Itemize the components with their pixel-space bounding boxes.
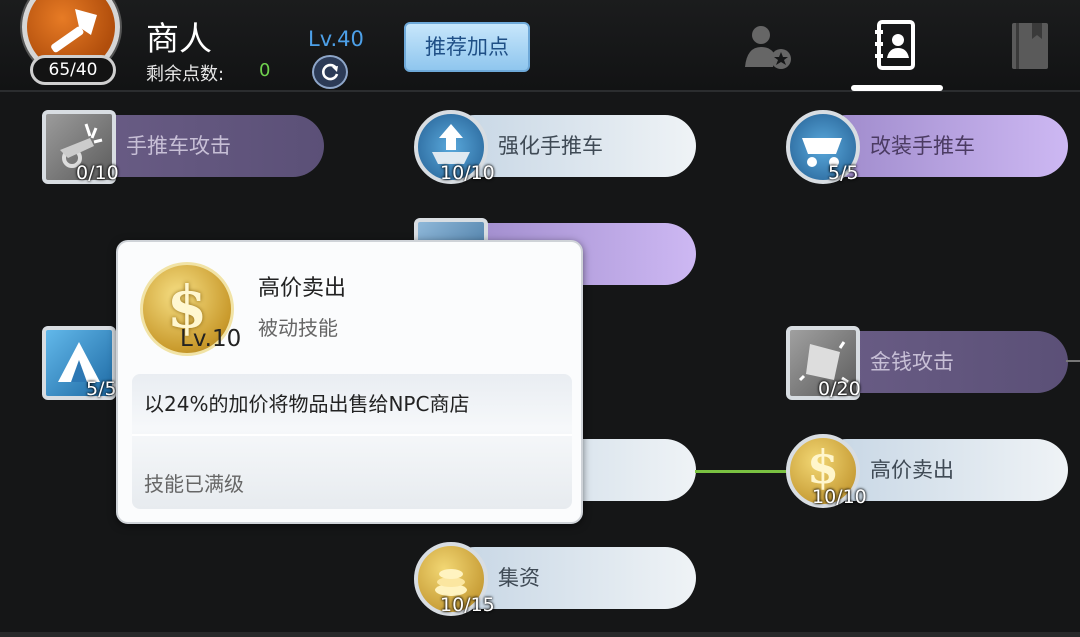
bottom-border — [0, 632, 1080, 637]
contact-book-icon — [875, 20, 915, 70]
skill-level-count: 10/15 — [440, 594, 495, 616]
skill-level-count: 10/10 — [440, 162, 495, 184]
class-name: 商人 — [146, 19, 212, 58]
active-tab-indicator — [851, 85, 943, 91]
remaining-points-value: 0 — [259, 60, 271, 81]
top-bar: 65/40 商人 剩余点数: 0 Lv.40 推荐加点 — [0, 0, 1080, 92]
tab-skills[interactable] — [866, 18, 926, 74]
tooltip-status: 技能已满级 — [144, 472, 244, 496]
refresh-icon — [322, 63, 339, 81]
skill-node-money-attack[interactable]: 金钱攻击 0/20 — [786, 326, 1068, 400]
tooltip-skill-type: 被动技能 — [258, 316, 338, 340]
skill-connector-line — [1066, 360, 1080, 362]
reset-points-button[interactable] — [312, 55, 348, 89]
skill-tooltip: $ Lv.10 高价卖出 被动技能 以24%的加价将物品出售给NPC商店 技能已… — [116, 240, 583, 524]
skill-level-count: 10/10 — [812, 486, 867, 508]
remaining-points-label: 剩余点数: — [146, 64, 225, 85]
tooltip-skill-name: 高价卖出 — [258, 276, 347, 301]
job-level-badge: 65/40 — [30, 55, 116, 85]
tooltip-skill-level: Lv.10 — [180, 326, 242, 352]
skill-level-count: 0/20 — [818, 378, 861, 400]
tooltip-description: 以24%的加价将物品出售给NPC商店 — [144, 392, 470, 416]
tooltip-description-box: 以24%的加价将物品出售给NPC商店 技能已满级 — [132, 374, 572, 509]
skill-level-count: 5/5 — [86, 378, 117, 400]
divider — [132, 434, 572, 436]
recommend-points-button[interactable]: 推荐加点 — [404, 22, 530, 72]
skill-node-enhance-cart[interactable]: 强化手推车 10/10 — [414, 110, 696, 184]
book-icon — [1012, 23, 1048, 69]
skill-node-fundraise[interactable]: 集资 10/15 — [414, 542, 696, 616]
tab-bookmark[interactable] — [999, 18, 1059, 74]
skill-node-modify-cart[interactable]: 改装手推车 5/5 — [786, 110, 1068, 184]
tab-character[interactable] — [738, 18, 798, 74]
skill-connector-line — [695, 470, 787, 473]
skill-node-overcharge[interactable]: 高价卖出 $ 10/10 — [786, 434, 1068, 508]
skill-level-count: 5/5 — [828, 162, 859, 184]
base-level-text: Lv.40 — [308, 27, 364, 51]
skill-level-count: 0/10 — [76, 162, 119, 184]
skill-node-cart-attack[interactable]: 手推车攻击 0/10 — [42, 110, 324, 184]
person-star-icon — [745, 26, 791, 69]
